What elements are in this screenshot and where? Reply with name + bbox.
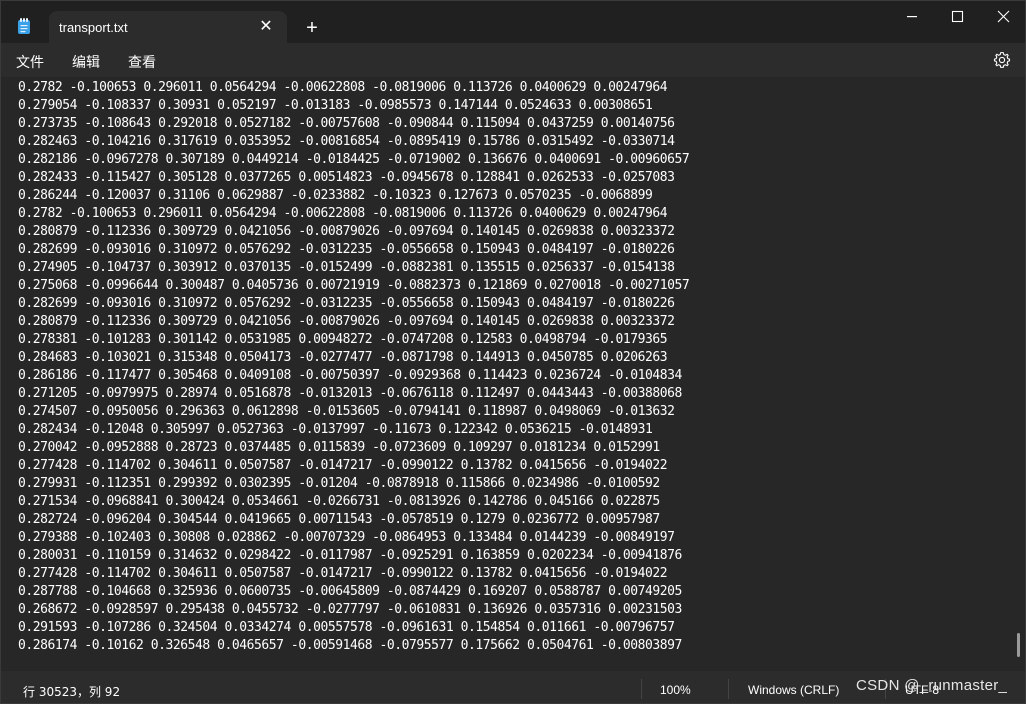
line-ending[interactable]: Windows (CRLF) xyxy=(748,683,839,697)
title-bar[interactable]: transport.txt ✕ + xyxy=(1,1,1025,43)
text-line[interactable]: 0.279931 -0.112351 0.299392 0.0302395 -0… xyxy=(18,475,1008,493)
text-line[interactable]: 0.280031 -0.110159 0.314632 0.0298422 -0… xyxy=(18,547,1008,565)
text-line[interactable]: 0.291593 -0.107286 0.324504 0.0334274 0.… xyxy=(18,619,1008,637)
text-line[interactable]: 0.286186 -0.117477 0.305468 0.0409108 -0… xyxy=(18,367,1008,385)
text-line[interactable]: 0.284683 -0.103021 0.315348 0.0504173 -0… xyxy=(18,349,1008,367)
text-line[interactable]: 0.275068 -0.0996644 0.300487 0.0405736 0… xyxy=(18,277,1008,295)
text-line[interactable]: 0.2782 -0.100653 0.296011 0.0564294 -0.0… xyxy=(18,79,1008,97)
minimize-icon[interactable] xyxy=(889,1,935,33)
close-tab-button[interactable]: ✕ xyxy=(255,16,277,38)
tab-title: transport.txt xyxy=(59,20,128,35)
text-line[interactable]: 0.268672 -0.0928597 0.295438 0.0455732 -… xyxy=(18,601,1008,619)
text-line[interactable]: 0.279054 -0.108337 0.30931 0.052197 -0.0… xyxy=(18,97,1008,115)
text-line[interactable]: 0.274507 -0.0950056 0.296363 0.0612898 -… xyxy=(18,403,1008,421)
text-line[interactable]: 0.271205 -0.0979975 0.28974 0.0516878 -0… xyxy=(18,385,1008,403)
text-line[interactable]: 0.278381 -0.101283 0.301142 0.0531985 0.… xyxy=(18,331,1008,349)
text-line[interactable]: 0.273735 -0.108643 0.292018 0.0527182 -0… xyxy=(18,115,1008,133)
text-line[interactable]: 0.282433 -0.115427 0.305128 0.0377265 0.… xyxy=(18,169,1008,187)
new-tab-button[interactable]: + xyxy=(299,15,325,41)
text-line[interactable]: 0.282699 -0.093016 0.310972 0.0576292 -0… xyxy=(18,295,1008,313)
zoom-level[interactable]: 100% xyxy=(660,683,691,697)
tab-transport-txt[interactable]: transport.txt ✕ xyxy=(49,11,287,43)
text-line[interactable]: 0.287788 -0.104668 0.325936 0.0600735 -0… xyxy=(18,583,1008,601)
menu-edit[interactable]: 编辑 xyxy=(72,52,100,72)
text-line[interactable]: 0.2782 -0.100653 0.296011 0.0564294 -0.0… xyxy=(18,205,1008,223)
text-line[interactable]: 0.270042 -0.0952888 0.28723 0.0374485 0.… xyxy=(18,439,1008,457)
status-divider xyxy=(641,679,642,699)
text-content[interactable]: 0.2782 -0.100653 0.296011 0.0564294 -0.0… xyxy=(18,79,1008,655)
text-line[interactable]: 0.280879 -0.112336 0.309729 0.0421056 -0… xyxy=(18,313,1008,331)
text-editor[interactable]: 0.2782 -0.100653 0.296011 0.0564294 -0.0… xyxy=(1,77,1025,671)
menu-view[interactable]: 查看 xyxy=(128,52,156,72)
status-divider xyxy=(728,679,729,699)
notepad-icon xyxy=(18,18,30,34)
gear-icon[interactable] xyxy=(993,51,1011,69)
watermark: CSDN @_runmaster_ xyxy=(856,677,1008,694)
text-line[interactable]: 0.282463 -0.104216 0.317619 0.0353952 -0… xyxy=(18,133,1008,151)
menu-bar: 文件 编辑 查看 xyxy=(1,43,1025,77)
notepad-window: transport.txt ✕ + 文件 编辑 查看 0.2782 -0.100… xyxy=(0,0,1026,704)
text-line[interactable]: 0.277428 -0.114702 0.304611 0.0507587 -0… xyxy=(18,565,1008,583)
text-line[interactable]: 0.282699 -0.093016 0.310972 0.0576292 -0… xyxy=(18,241,1008,259)
vertical-scrollbar[interactable] xyxy=(1017,633,1020,657)
text-line[interactable]: 0.282434 -0.12048 0.305997 0.0527363 -0.… xyxy=(18,421,1008,439)
text-line[interactable]: 0.286244 -0.120037 0.31106 0.0629887 -0.… xyxy=(18,187,1008,205)
text-line[interactable]: 0.279388 -0.102403 0.30808 0.028862 -0.0… xyxy=(18,529,1008,547)
close-icon[interactable] xyxy=(981,1,1026,33)
cursor-position: 行 30523，列 92 xyxy=(23,685,121,699)
text-line[interactable]: 0.286174 -0.10162 0.326548 0.0465657 -0.… xyxy=(18,637,1008,655)
text-line[interactable]: 0.274905 -0.104737 0.303912 0.0370135 -0… xyxy=(18,259,1008,277)
text-line[interactable]: 0.282186 -0.0967278 0.307189 0.0449214 -… xyxy=(18,151,1008,169)
text-line[interactable]: 0.280879 -0.112336 0.309729 0.0421056 -0… xyxy=(18,223,1008,241)
text-line[interactable]: 0.282724 -0.096204 0.304544 0.0419665 0.… xyxy=(18,511,1008,529)
text-line[interactable]: 0.271534 -0.0968841 0.300424 0.0534661 -… xyxy=(18,493,1008,511)
maximize-icon[interactable] xyxy=(935,1,981,33)
text-line[interactable]: 0.277428 -0.114702 0.304611 0.0507587 -0… xyxy=(18,457,1008,475)
menu-file[interactable]: 文件 xyxy=(16,52,44,72)
